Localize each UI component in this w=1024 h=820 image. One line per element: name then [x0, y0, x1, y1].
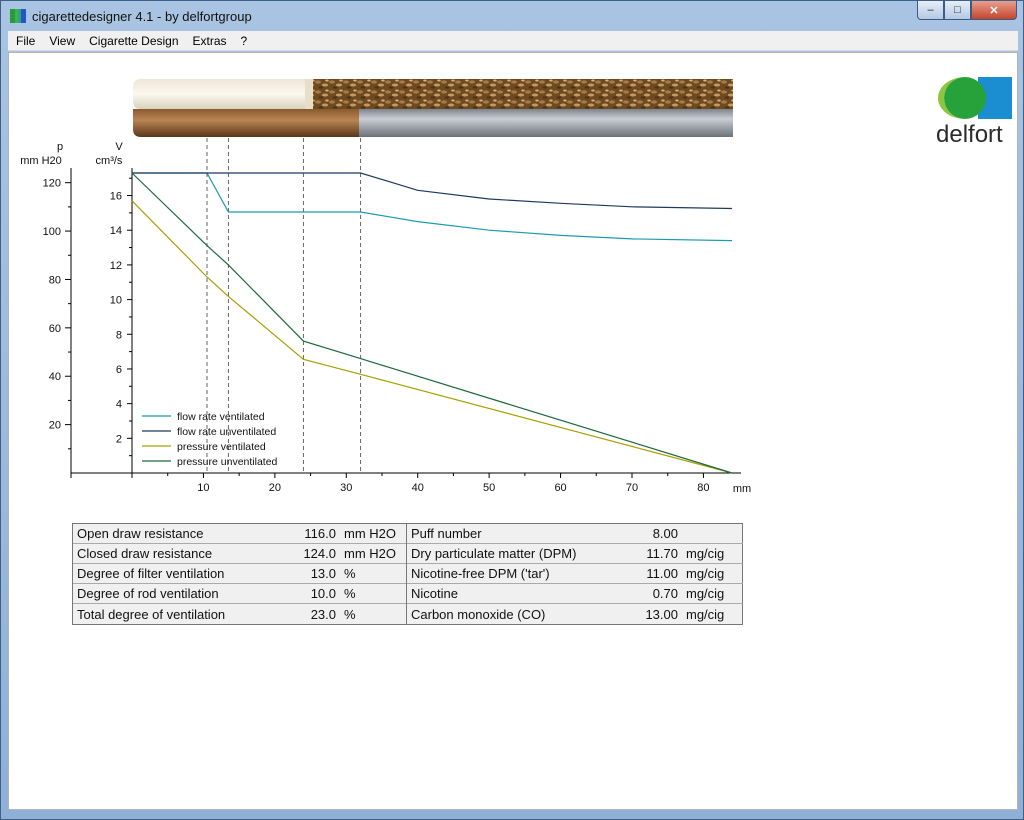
right-tick-label: 2	[116, 433, 122, 445]
result-value: 13.0	[310, 566, 336, 581]
result-unit: %	[344, 566, 356, 581]
result-label: Nicotine	[411, 586, 458, 601]
result-value: 23.0	[310, 606, 336, 622]
x-tick-label: 40	[412, 482, 424, 494]
right-tick-label: 6	[116, 364, 122, 376]
left-axis-unit: mm H20	[20, 155, 62, 167]
cigarette-illustration	[133, 79, 733, 137]
app-window: cigarettedesigner 4.1 - by delfortgroup …	[0, 0, 1024, 820]
series-line-flow-rate-unventilated	[132, 172, 733, 210]
menu-cigarette-design[interactable]: Cigarette Design	[83, 34, 184, 48]
result-label: Closed draw resistance	[77, 546, 213, 561]
app-icon	[10, 9, 26, 23]
maximize-icon: □	[954, 4, 961, 16]
result-label: Open draw resistance	[77, 526, 204, 541]
minimize-button[interactable]: –	[917, 1, 944, 20]
x-tick-label: 10	[197, 482, 209, 494]
legend-label: pressure ventilated	[177, 441, 266, 453]
result-value: 8.00	[652, 526, 678, 541]
result-row: Total degree of ventilation 23.0%	[73, 604, 406, 624]
right-tick-label: 14	[110, 225, 122, 237]
results-table: Open draw resistance 116.0 mm H2O Closed dr…	[72, 523, 743, 625]
x-tick-label: 30	[340, 482, 352, 494]
right-tick-label: 8	[116, 329, 122, 341]
menu-file[interactable]: File	[10, 34, 41, 48]
result-row: Degree of rod ventilation 10.0%	[73, 584, 406, 604]
result-value: 13.00	[645, 606, 678, 622]
result-row: Open draw resistance 116.0 mm H2O	[73, 524, 406, 544]
left-tick-label: 20	[49, 420, 61, 432]
result-unit: mm H2O	[344, 546, 396, 561]
x-tick-label: 70	[626, 482, 638, 494]
results-left-column: Open draw resistance 116.0 mm H2O Closed dr…	[73, 524, 407, 624]
result-value: 10.0	[310, 586, 336, 601]
x-tick-label: 60	[554, 482, 566, 494]
result-row: Degree of filter ventilation 13.0%	[73, 564, 406, 584]
result-row: Carbon monoxide (CO) 13.00 mg/cig	[407, 604, 743, 624]
main-canvas: delfort 10 20 30 40 50 60 70 80 mm 20 40 60 80 100 120…	[8, 52, 1018, 810]
result-label: Puff number	[411, 526, 482, 541]
result-unit: mg/cig	[686, 566, 725, 581]
legend-label: flow rate unventilated	[177, 426, 276, 438]
result-row: Dry particulate matter (DPM) 11.70 mg/cig	[407, 544, 743, 564]
result-unit: mm H2O	[344, 526, 396, 541]
result-unit: mg/cig	[686, 586, 725, 601]
result-value: 11.00	[646, 566, 678, 581]
right-tick-label: 16	[110, 191, 122, 203]
result-unit: mg/cig	[686, 606, 725, 622]
result-value: 124.0	[303, 546, 336, 561]
x-tick-label: 20	[269, 482, 281, 494]
left-tick-label: 80	[49, 274, 61, 286]
menu-extras[interactable]: Extras	[187, 34, 233, 48]
right-tick-label: 4	[116, 399, 122, 411]
left-tick-label: 60	[49, 323, 61, 335]
result-label: Dry particulate matter (DPM)	[411, 546, 577, 561]
flow-pressure-chart: 10 20 30 40 50 60 70 80 mm 20 40 60 80 100 120 p mm H20 2…	[20, 138, 751, 495]
title-bar[interactable]: cigarettedesigner 4.1 - by delfortgroup …	[1, 1, 1023, 31]
result-label: Degree of rod ventilation	[77, 586, 219, 601]
window-controls: – □ ✕	[917, 1, 1017, 21]
result-unit: %	[344, 606, 356, 622]
result-row: Nicotine-free DPM ('tar') 11.00 mg/cig	[407, 564, 743, 584]
results-right-column: Puff number 8.00 Dry particulate matter (D…	[407, 524, 743, 624]
result-row: Puff number 8.00	[407, 524, 743, 544]
x-axis-label: mm	[733, 483, 751, 495]
result-label: Nicotine-free DPM ('tar')	[411, 566, 550, 581]
left-axis-title: p	[57, 141, 63, 153]
legend-label: flow rate ventilated	[177, 411, 265, 423]
menu-view[interactable]: View	[43, 34, 81, 48]
right-axis-unit: cm³/s	[96, 155, 123, 167]
result-unit: mg/cig	[686, 546, 725, 561]
maximize-button[interactable]: □	[944, 1, 971, 20]
result-label: Carbon monoxide (CO)	[411, 606, 546, 622]
legend-label: pressure unventilated	[177, 456, 278, 468]
right-tick-label: 10	[110, 295, 122, 307]
result-value: 11.70	[646, 546, 678, 561]
result-label: Total degree of ventilation	[77, 606, 226, 622]
close-button[interactable]: ✕	[971, 1, 1017, 20]
result-value: 116.0	[304, 526, 336, 541]
result-value: 0.70	[652, 586, 678, 601]
menu-help[interactable]: ?	[235, 34, 254, 48]
x-tick-label: 50	[483, 482, 495, 494]
right-axis-title: V	[115, 141, 123, 153]
left-tick-label: 100	[43, 226, 61, 238]
result-unit: %	[344, 586, 356, 601]
right-tick-label: 12	[110, 260, 122, 272]
delfort-logo: delfort	[936, 77, 1014, 149]
logo-text: delfort	[936, 121, 1003, 148]
menu-bar: File View Cigarette Design Extras ?	[8, 31, 1018, 51]
window-title: cigarettedesigner 4.1 - by delfortgroup	[32, 9, 252, 24]
result-label: Degree of filter ventilation	[77, 566, 225, 581]
left-tick-label: 120	[43, 178, 61, 190]
x-tick-label: 80	[697, 482, 709, 494]
result-row: Nicotine 0.70 mg/cig	[407, 584, 743, 604]
delfort-logo-mark	[938, 77, 1012, 119]
result-row: Closed draw resistance 124.0 mm H2O	[73, 544, 406, 564]
close-icon: ✕	[989, 4, 999, 17]
minimize-icon: –	[927, 4, 934, 16]
left-tick-label: 40	[49, 371, 61, 383]
